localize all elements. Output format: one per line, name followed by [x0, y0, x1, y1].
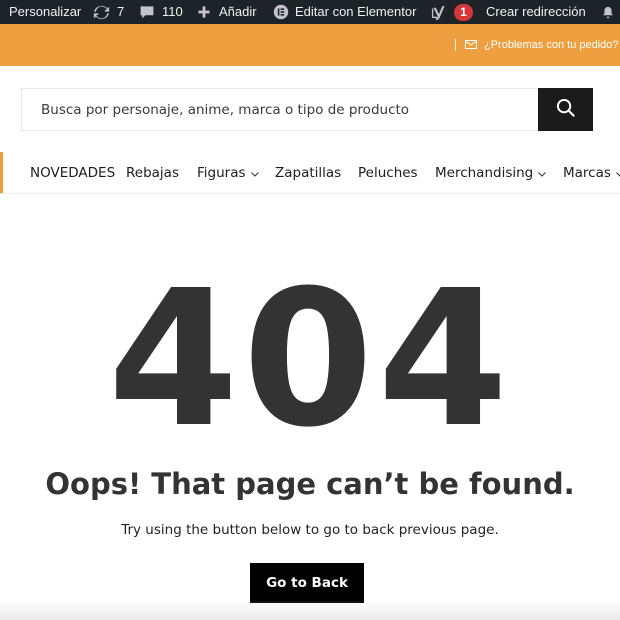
- create-redirect-link[interactable]: Crear redirección: [486, 0, 586, 24]
- comments-link[interactable]: 110: [139, 0, 183, 24]
- bell-icon: [601, 5, 615, 20]
- error-code: 404: [107, 250, 513, 469]
- error-heading: Oops! That page can’t be found.: [45, 467, 575, 501]
- nav-accent-bar: [0, 152, 3, 193]
- nav-item-figuras[interactable]: Figuras: [197, 152, 259, 193]
- admin-bar: Personalizar 7 110 Añadir Editar con Ele…: [0, 0, 620, 24]
- help-link[interactable]: ¿Problemas con tu pedido?: [484, 38, 619, 52]
- go-back-button[interactable]: Go to Back: [250, 563, 364, 603]
- top-info-bar: ¿Problemas con tu pedido?: [0, 24, 620, 66]
- search-icon: [556, 98, 575, 122]
- updates-link[interactable]: 7: [93, 0, 124, 24]
- nav-item-label: Zapatillas: [275, 164, 342, 181]
- search-input[interactable]: [22, 89, 539, 130]
- nav-item-zapatillas[interactable]: Zapatillas: [275, 152, 341, 193]
- updates-count: 7: [117, 4, 125, 19]
- seo-badge: 1: [454, 3, 473, 21]
- chevron-down-icon: [538, 165, 547, 181]
- nav-item-label: Rebajas: [126, 164, 179, 181]
- divider: [455, 39, 456, 51]
- nav-item-label: Peluches: [358, 164, 418, 181]
- bottom-fade: [0, 600, 620, 620]
- nav-item-label: NOVEDADES: [30, 164, 116, 181]
- comment-icon: [139, 4, 155, 20]
- customize-label: Personalizar: [9, 4, 82, 19]
- elementor-icon: [273, 4, 289, 20]
- customize-link[interactable]: Personalizar: [9, 0, 81, 24]
- nav-item-novedades[interactable]: NOVEDADES: [30, 152, 115, 193]
- nav-item-label: Marcas: [563, 164, 611, 181]
- chevron-down-icon: [250, 165, 259, 181]
- search-button[interactable]: [538, 88, 593, 131]
- add-new-label: Añadir: [219, 4, 257, 19]
- main-navigation: NOVEDADES Rebajas Figuras Zapatillas Pel…: [0, 152, 620, 194]
- mail-icon: [465, 40, 477, 52]
- elementor-label: Editar con Elementor: [295, 4, 417, 19]
- nav-item-peluches[interactable]: Peluches: [358, 152, 418, 193]
- create-redirect-label: Crear redirección: [486, 4, 586, 19]
- nav-item-merchandising[interactable]: Merchandising: [435, 152, 547, 193]
- nav-item-marcas[interactable]: Marcas: [563, 152, 620, 193]
- error-message: Try using the button below to go to back…: [121, 522, 499, 538]
- nav-item-rebajas[interactable]: Rebajas: [126, 152, 179, 193]
- add-new-link[interactable]: Añadir: [197, 0, 257, 24]
- chevron-down-icon: [616, 165, 620, 181]
- nav-item-label: Merchandising: [435, 164, 534, 181]
- yoast-icon: [431, 4, 447, 21]
- search-field: [21, 88, 539, 131]
- notifications-button[interactable]: [601, 0, 615, 24]
- plus-icon: [197, 5, 211, 19]
- nav-item-label: Figuras: [197, 164, 246, 181]
- seo-menu[interactable]: 1: [431, 0, 473, 24]
- elementor-edit-link[interactable]: Editar con Elementor: [273, 0, 416, 24]
- refresh-icon: [93, 4, 110, 21]
- comments-count: 110: [162, 4, 183, 19]
